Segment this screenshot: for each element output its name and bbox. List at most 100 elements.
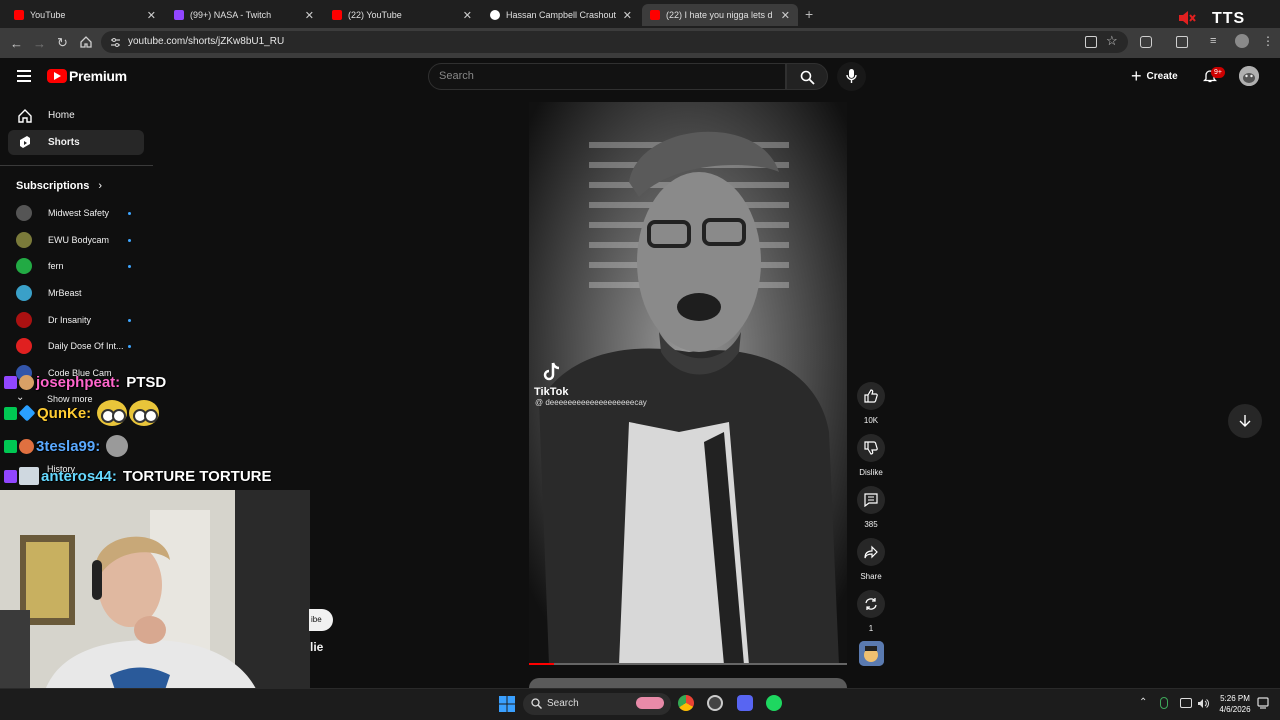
channel-avatar [16,338,32,354]
browser-tab[interactable]: (99+) NASA - Twitch ✕ [166,4,322,26]
sound-thumbnail[interactable] [859,641,884,666]
user-avatar-icon [19,467,39,485]
hamburger-menu-icon[interactable] [17,70,31,82]
clock-time: 5:26 PM [1220,694,1250,703]
sidebar-subscription[interactable]: EWU Bodycam [16,231,136,249]
sidebar-subscription[interactable]: Midwest Safety [16,204,136,222]
channel-name: MrBeast [48,288,82,298]
search-input[interactable] [428,63,786,90]
microphone-tray-icon[interactable] [1160,697,1168,709]
close-tab-icon[interactable]: ✕ [147,9,156,22]
channel-name: EWU Bodycam [48,235,110,245]
channel-avatar [16,205,32,221]
arrow-down-icon [1239,415,1251,427]
bookmark-star-icon[interactable]: ☆ [1106,33,1118,49]
tts-label: TTS [1212,10,1246,27]
chat-message: QunKe: [4,400,161,426]
spotify-icon[interactable] [766,695,782,711]
obs-icon[interactable] [707,695,723,711]
new-tab-icon[interactable]: + [805,6,813,22]
close-tab-icon[interactable]: ✕ [623,9,632,22]
user-avatar-icon [19,438,34,454]
tab-title: Hassan Campbell Crashout Pira [506,10,617,20]
tiktok-handle: @ deeeeeeeeeeeeeeeeeeecay [535,398,647,407]
create-button[interactable]: + Create [1131,65,1178,87]
subscribe-label: ibe [311,615,322,624]
back-arrow-icon[interactable]: ← [10,36,23,51]
dislike-button[interactable] [857,434,885,462]
thumbs-up-icon [864,389,878,403]
tab-title: (22) I hate you nigga lets d [666,10,773,20]
windows-start-icon[interactable] [499,696,515,712]
media-controls-icon[interactable]: ≡ [1210,35,1216,47]
twitch-favicon-icon [174,10,184,20]
youtube-premium-label[interactable]: Premium [69,68,127,84]
browser-tab[interactable]: (22) YouTube ✕ [324,4,480,26]
subscriptions-heading[interactable]: Subscriptions › [16,180,102,192]
notification-count-badge: 9+ [1211,67,1225,78]
forward-arrow-icon[interactable]: → [33,36,46,51]
cast-icon[interactable] [1176,36,1188,48]
browser-tab[interactable]: Hassan Campbell Crashout Pira ✕ [482,4,640,26]
muted-speaker-icon [1179,11,1196,25]
browser-tab[interactable]: YouTube ✕ [6,4,164,26]
close-tab-icon[interactable]: ✕ [781,9,790,22]
search-button[interactable] [786,63,828,90]
volume-icon[interactable] [1197,698,1209,709]
search-icon [531,698,542,709]
short-title: lie [310,640,324,654]
discord-icon[interactable] [737,695,753,711]
close-tab-icon[interactable]: ✕ [463,9,472,22]
streamer-webcam [0,490,310,720]
next-video-button[interactable] [1228,404,1262,438]
home-icon [16,107,34,125]
tiktok-watermark: TikTok [534,386,569,398]
taskbar-search-label: Search [547,698,579,709]
reload-icon[interactable]: ↻ [57,35,68,51]
sidebar-item-shorts[interactable]: Shorts [8,130,144,155]
webcam-scene [0,490,310,720]
sidebar-subscription[interactable]: Dr Insanity [16,311,136,329]
shorts-video-player[interactable] [529,102,847,665]
taskbar-clock[interactable]: 5:26 PM 4/6/2026 [1212,693,1258,715]
voice-search-button[interactable] [837,62,866,91]
chevron-right-icon: › [98,180,103,192]
site-info-icon[interactable] [110,37,121,48]
notification-center-icon[interactable] [1257,697,1269,709]
tray-overflow-chevron-icon[interactable]: ⌃ [1139,697,1147,708]
chat-badge-icon [4,406,17,420]
remix-button[interactable] [857,590,885,618]
chat-badge-icon [4,376,17,389]
share-button[interactable] [857,538,885,566]
video-progress-bar[interactable] [529,663,847,665]
sidebar-subscription[interactable]: fern [16,257,136,275]
install-app-icon[interactable] [1085,36,1097,48]
extensions-icon[interactable] [1140,36,1152,48]
sound-avatar-icon [859,641,884,666]
staring-eyes-emote-icon [129,400,160,426]
like-button[interactable] [857,382,885,410]
chat-badge-icon [4,469,17,483]
browser-tab-active[interactable]: (22) I hate you nigga lets d ✕ [642,4,798,26]
channel-avatar [16,285,32,301]
close-tab-icon[interactable]: ✕ [305,9,314,22]
profile-avatar-icon[interactable] [1235,34,1249,48]
comments-button[interactable] [857,486,885,514]
network-icon[interactable] [1180,698,1192,708]
remix-icon [865,598,877,610]
chat-username: anteros44: [41,467,117,485]
home-button-icon[interactable] [80,36,92,48]
chat-message: anteros44: TORTURE TORTURE [4,467,272,485]
chat-username: QunKe: [37,404,92,422]
browser-menu-icon[interactable]: ⋮ [1262,34,1274,48]
tab-title: (22) YouTube [348,10,402,20]
account-avatar[interactable] [1239,66,1259,86]
sidebar-item-label: Home [48,110,75,121]
youtube-logo-icon[interactable] [47,69,67,83]
sidebar-subscription[interactable]: MrBeast [16,284,136,302]
sidebar-subscription[interactable]: Daily Dose Of Int... [16,337,136,355]
create-label: Create [1146,70,1178,82]
sidebar-item-home[interactable]: Home [8,103,144,128]
channel-name: fern [48,261,64,271]
chrome-icon[interactable] [678,695,694,711]
